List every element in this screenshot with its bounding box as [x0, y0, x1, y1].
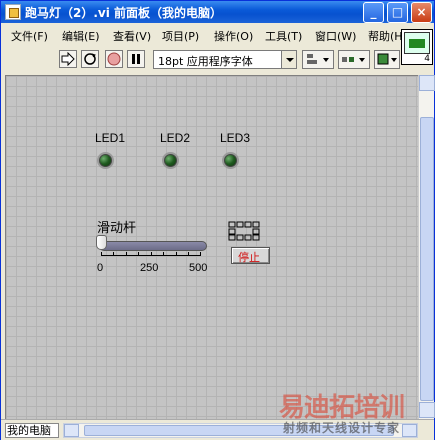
scroll-right-button[interactable]: [402, 424, 417, 437]
scale-tick: [126, 252, 127, 256]
led1-label: LED1: [95, 131, 126, 145]
watermark-subtitle: 射频和天线设计专家: [283, 421, 401, 435]
vi-graphic-icon: [404, 32, 430, 54]
minimize-button[interactable]: _: [363, 2, 384, 23]
scale-tick: [151, 252, 152, 256]
slider-label: 滑动杆: [97, 221, 137, 236]
vi-window: 跑马灯（2）.vi 前面板（我的电脑） _ □ × 文件(F) 编辑(E) 查看…: [0, 0, 435, 440]
scale-tick: [200, 252, 201, 256]
scale-label-mid: 250: [140, 262, 159, 274]
maximize-button[interactable]: □: [387, 2, 408, 23]
slider-track[interactable]: [99, 241, 207, 251]
vi-icon-number: 4: [424, 54, 430, 64]
label-placeholder-icon: [228, 221, 260, 241]
window-title: 跑马灯（2）.vi 前面板（我的电脑）: [25, 6, 223, 20]
menu-edit[interactable]: 编辑(E): [62, 28, 100, 44]
resize-objects-button[interactable]: [374, 50, 400, 69]
led3-indicator: [222, 152, 239, 169]
scale-tick: [163, 252, 164, 256]
led1-indicator: [97, 152, 114, 169]
menu-file[interactable]: 文件(F): [11, 28, 48, 44]
scale-tick: [113, 252, 114, 256]
resize-icon: [377, 53, 397, 65]
distribute-objects-button[interactable]: [338, 50, 370, 69]
scroll-left-button[interactable]: [64, 424, 79, 437]
led2-label: LED2: [160, 131, 191, 145]
stop-button-label: 停止: [238, 251, 260, 264]
scale-tick: [138, 252, 139, 256]
scale-label-max: 500: [189, 262, 208, 274]
hidden-label-placeholder[interactable]: [228, 221, 264, 241]
execution-target: 我的电脑: [5, 423, 59, 438]
run-continuously-icon: [84, 53, 96, 65]
menu-window[interactable]: 窗口(W): [315, 28, 356, 44]
font-select[interactable]: 18pt 应用程序字体: [153, 50, 297, 69]
stop-sign-icon: [107, 52, 121, 66]
led3-label: LED3: [220, 131, 251, 145]
run-arrow-icon: [61, 52, 75, 66]
vi-window-icon: [5, 4, 21, 20]
vertical-scroll-thumb[interactable]: [420, 117, 434, 401]
vi-connector-icon[interactable]: 4: [401, 29, 433, 65]
menu-bar: 文件(F) 编辑(E) 查看(V) 项目(P) 操作(O) 工具(T) 窗口(W…: [1, 24, 407, 46]
menu-view[interactable]: 查看(V): [113, 28, 151, 44]
menu-tools[interactable]: 工具(T): [265, 28, 302, 44]
run-button[interactable]: [59, 50, 77, 68]
pause-button[interactable]: [127, 50, 145, 68]
abort-button[interactable]: [105, 50, 123, 68]
scroll-up-button[interactable]: [419, 75, 435, 91]
menu-operate[interactable]: 操作(O): [214, 28, 253, 44]
menu-project[interactable]: 项目(P): [162, 28, 199, 44]
run-continuously-button[interactable]: [81, 50, 99, 68]
front-panel[interactable]: [5, 75, 418, 419]
scale-tick: [188, 252, 189, 256]
scale-tick: [176, 252, 177, 256]
scale-tick: [101, 252, 102, 256]
title-bar[interactable]: 跑马灯（2）.vi 前面板（我的电脑） _ □ ×: [1, 1, 434, 23]
slider-handle[interactable]: [96, 235, 107, 250]
close-button[interactable]: ×: [411, 2, 432, 23]
led2-indicator: [162, 152, 179, 169]
vertical-scrollbar[interactable]: [418, 75, 435, 419]
font-select-value: 18pt 应用程序字体: [158, 55, 253, 68]
align-objects-button[interactable]: [302, 50, 334, 69]
distribute-icon: [342, 57, 365, 62]
toolbar: 18pt 应用程序字体: [1, 46, 401, 73]
scale-label-min: 0: [97, 262, 104, 274]
pause-icon: [132, 54, 140, 64]
align-icon: [307, 54, 329, 64]
chevron-down-icon[interactable]: [281, 51, 296, 68]
stop-button[interactable]: 停止: [231, 247, 270, 264]
scroll-down-button[interactable]: [419, 402, 435, 418]
